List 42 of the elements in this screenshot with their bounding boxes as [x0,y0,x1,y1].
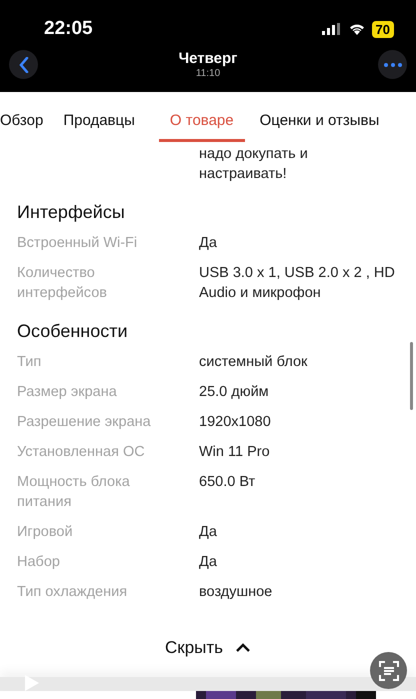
tab[interactable]: Оценки и отзывы [260,106,380,142]
battery-level: 70 [372,20,394,38]
more-icon [384,62,402,66]
spec-value: Win 11 Pro [199,443,271,462]
more-button[interactable] [378,50,407,79]
spec-label: Мощность блока питания [17,473,131,512]
spec-value: воздушное [199,583,274,602]
spec-label: Игровой [17,523,74,542]
back-icon [18,56,28,72]
scrollbar [410,342,413,410]
spec-value: Да [199,523,218,542]
spec-label: Количество интерфейсов [17,264,108,303]
collapse-button[interactable]: Скрыть [160,634,256,662]
section-heading: Особенности [16,320,129,343]
tab[interactable]: О товаре [158,106,245,142]
spec-label: Размер экрана [17,383,118,402]
chat-title: Четверг [178,50,238,67]
tab[interactable]: Обзор [0,106,44,142]
status-time: 22:05 [44,18,93,40]
chat-time: 11:10 [196,68,220,79]
spec-label: Тип охлаждения [17,583,128,602]
spec-value: 650.0 Вт [199,473,256,492]
spec-value: системный блок [199,353,308,372]
spec-label: Встроенный Wi-Fi [17,234,138,253]
chevron-up-icon [235,643,252,653]
spec-label: Разрешение экрана [17,413,152,432]
spec-label: Тип [17,353,42,372]
wifi-icon [348,23,365,35]
scan-text-button[interactable] [370,652,407,689]
tab[interactable]: Продавцы [63,106,135,142]
spec-label: Установленная ОС [17,443,146,462]
spec-value: Да [199,553,218,572]
spec-value: USB 3.0 x 1, USB 2.0 x 2 , HD Audio и микрофон [199,264,396,303]
spec-value: Да [199,234,218,253]
signal-icon [322,23,342,35]
scan-text-icon [378,660,400,682]
spec-value: 1920x1080 [199,413,272,432]
spec-value: 25.0 дюйм [199,383,270,402]
back-button[interactable] [9,50,38,79]
section-heading: Интерфейсы [16,201,126,224]
spec-label: Набор [17,553,61,572]
spec-value: надо докупать и настраивать! [199,145,309,184]
